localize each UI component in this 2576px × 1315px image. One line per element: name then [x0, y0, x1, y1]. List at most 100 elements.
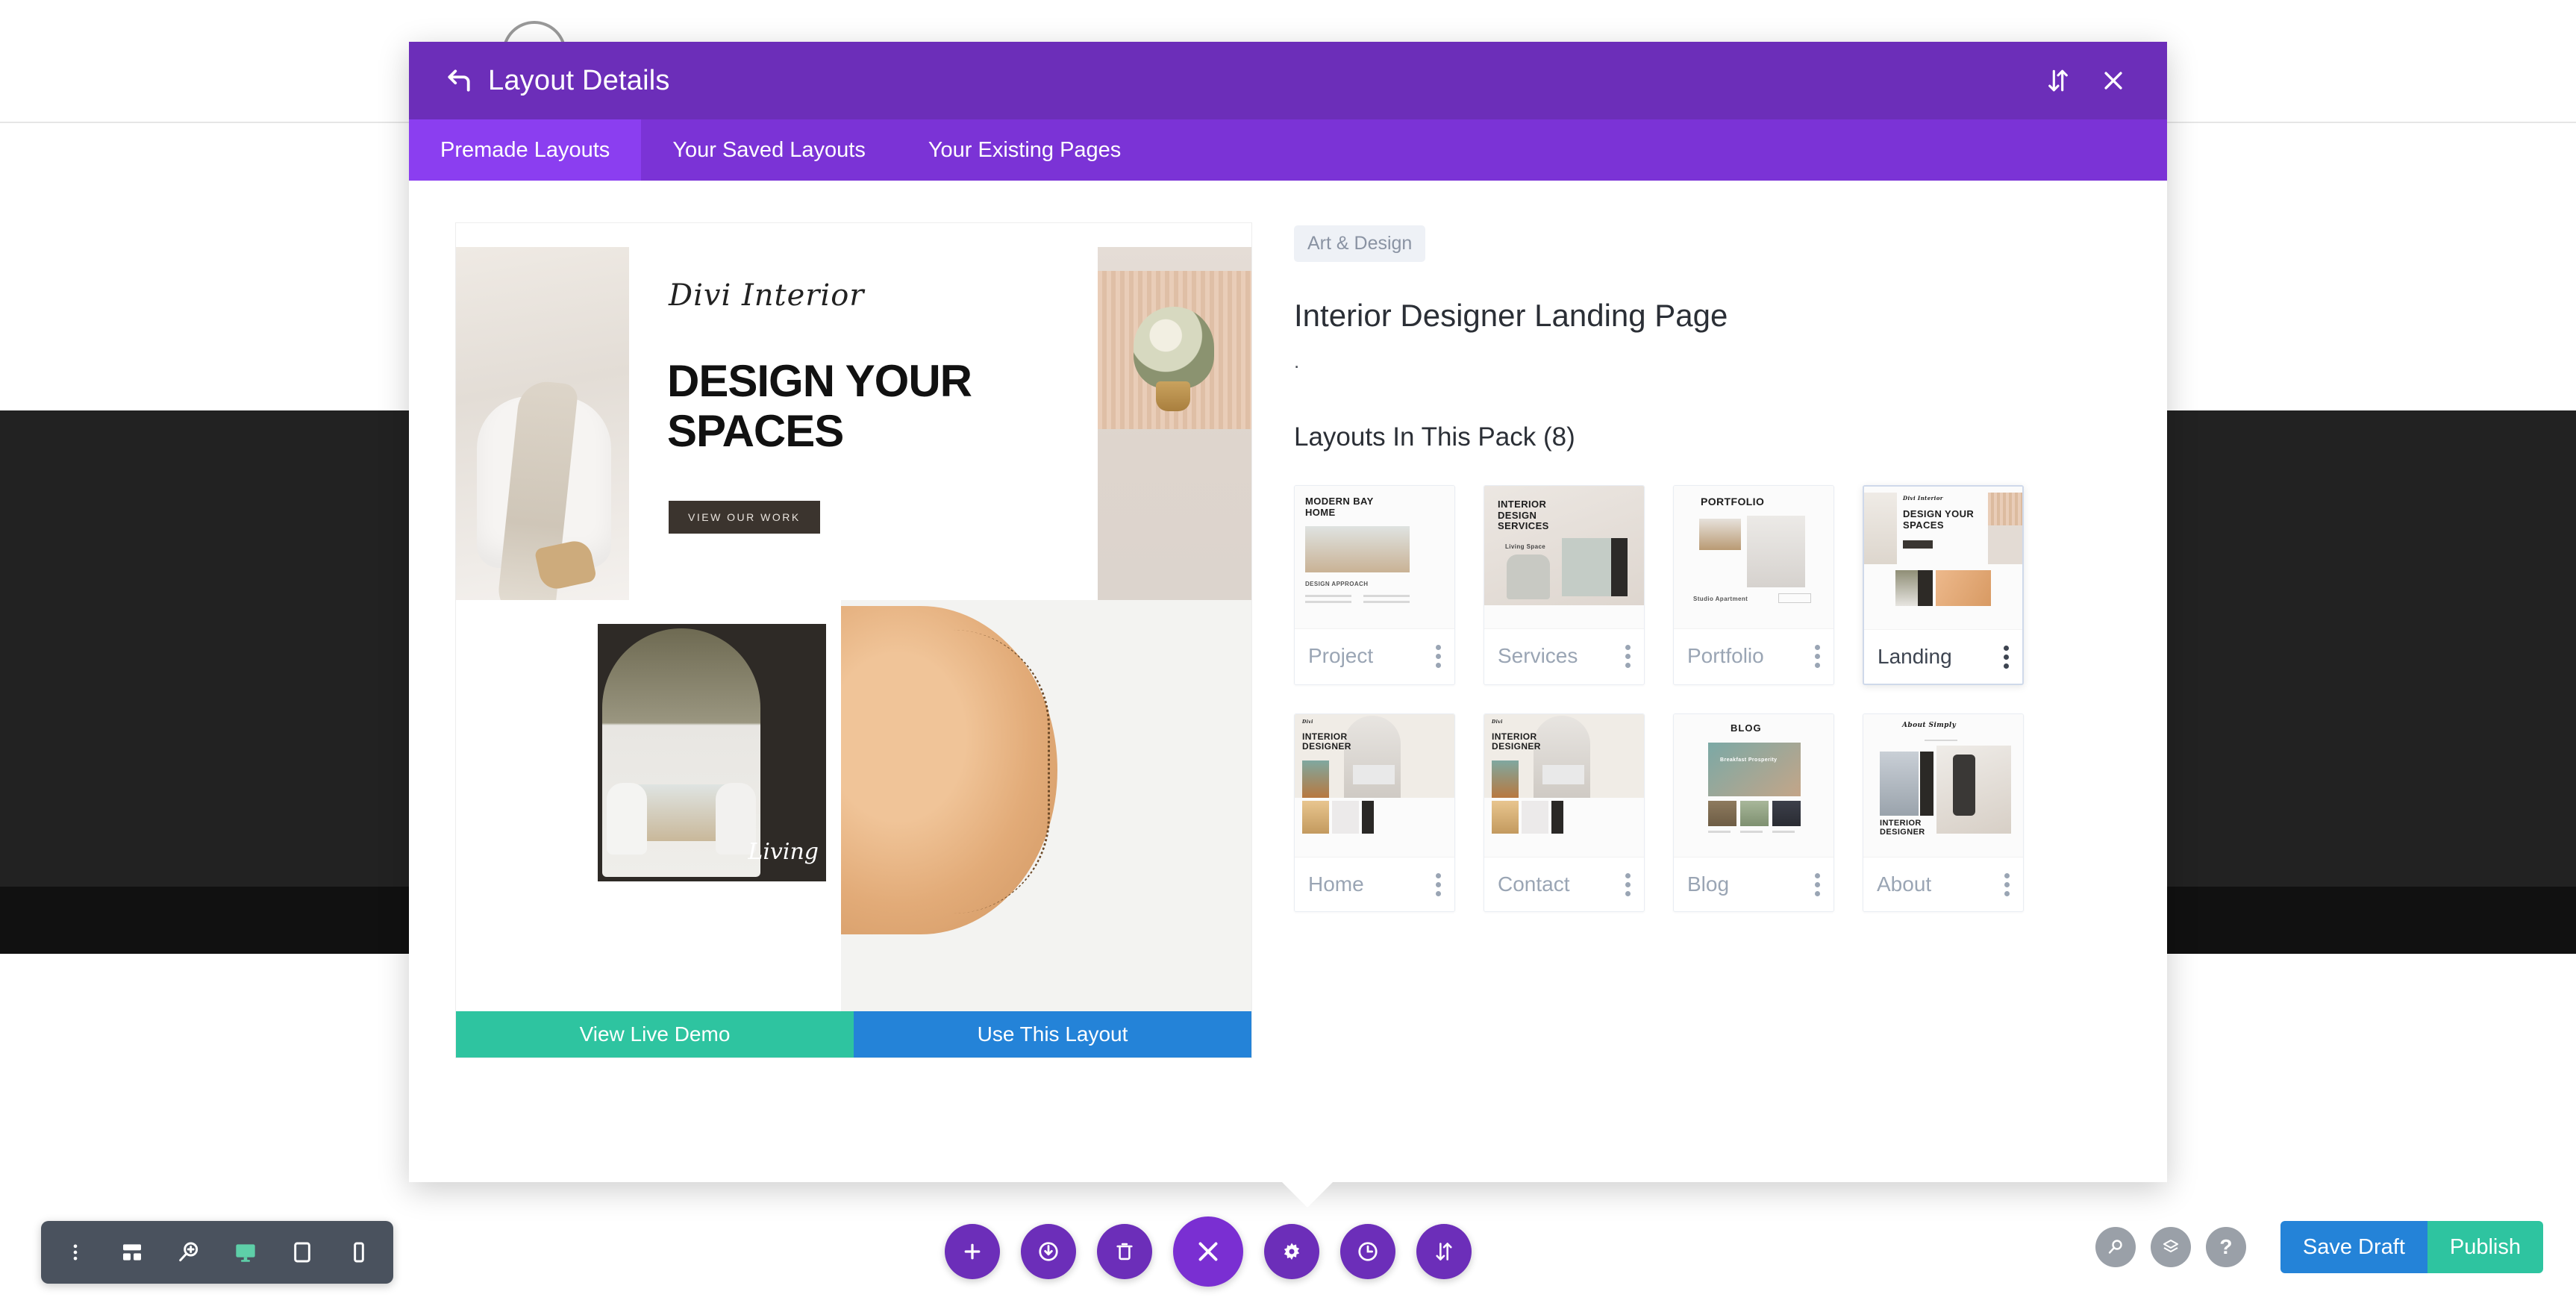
preview-vase-shape — [1156, 381, 1190, 411]
layout-card-landing[interactable]: Divi Interior DESIGN YOUR SPACES Landing — [1863, 485, 2024, 685]
preview-cta-button: VIEW OUR WORK — [669, 501, 820, 534]
tab-your-saved-layouts[interactable]: Your Saved Layouts — [641, 119, 897, 181]
card-more-options-icon[interactable] — [1436, 872, 1441, 896]
desktop-view-icon[interactable] — [226, 1233, 265, 1272]
thumbnail-text-line — [1305, 595, 1351, 597]
layout-card-about[interactable]: About Simply INTERIOR DESIGNER About — [1863, 713, 2024, 912]
layers-icon[interactable] — [2150, 1227, 2191, 1267]
thumbnail-subtitle: DESIGN APPROACH — [1305, 581, 1369, 587]
preview-logo: Divi Interior — [669, 278, 865, 313]
history-clock-icon[interactable] — [1340, 1224, 1395, 1279]
thumbnail-arch-shape — [1534, 716, 1590, 798]
layout-card-blog[interactable]: BLOG Breakfast Prosperity Blog — [1673, 713, 1834, 912]
thumbnail-image — [1864, 493, 1897, 564]
more-options-icon[interactable] — [56, 1233, 95, 1272]
tab-your-existing-pages[interactable]: Your Existing Pages — [897, 119, 1152, 181]
card-more-options-icon[interactable] — [1815, 872, 1820, 896]
pack-description: . — [1294, 350, 1300, 372]
thumbnail-button-shape — [1778, 593, 1811, 603]
sort-arrows-icon[interactable] — [2037, 60, 2079, 101]
thumbnail-image — [1708, 801, 1736, 826]
thumbnail-image — [1492, 801, 1519, 834]
page-title: Layout Details — [488, 64, 670, 96]
close-icon[interactable] — [2092, 60, 2134, 101]
trash-icon[interactable] — [1097, 1224, 1152, 1279]
help-icon[interactable]: ? — [2205, 1227, 2246, 1267]
save-draft-button[interactable]: Save Draft — [2280, 1221, 2427, 1273]
zoom-search-icon[interactable] — [169, 1233, 208, 1272]
card-more-options-icon[interactable] — [1436, 644, 1441, 668]
layout-thumbnail: MODERN BAY HOME DESIGN APPROACH — [1295, 486, 1454, 629]
modal-body: Divi Interior DESIGN YOUR SPACES VIEW OU… — [409, 181, 2167, 1182]
thumbnail-subtitle: Breakfast Prosperity — [1720, 758, 1778, 763]
thumbnail-panel-shape — [1988, 525, 2022, 564]
phone-view-icon[interactable] — [340, 1233, 378, 1272]
thumbnail-image — [1302, 760, 1329, 798]
settings-gear-icon[interactable] — [1264, 1224, 1319, 1279]
layout-card-footer: Landing — [1864, 630, 2022, 684]
thumbnail-image — [1895, 570, 1918, 606]
publish-button[interactable]: Publish — [2427, 1221, 2543, 1273]
thumbnail-title: BLOG — [1731, 722, 1762, 734]
thumbnail-arch-shape — [1344, 716, 1401, 798]
layout-card-services[interactable]: INTERIOR DESIGN SERVICES Living Space Se… — [1484, 485, 1645, 685]
layout-thumbnail: Divi Interior DESIGN YOUR SPACES — [1864, 487, 2022, 630]
layout-card-label: About — [1877, 872, 1932, 896]
thumbnail-title: INTERIOR DESIGN SERVICES — [1498, 499, 1549, 532]
tab-label: Your Saved Layouts — [672, 137, 866, 162]
preview-hero-section: Divi Interior DESIGN YOUR SPACES VIEW OU… — [456, 223, 1251, 623]
search-icon[interactable] — [2095, 1227, 2136, 1267]
thumbnail-image — [1740, 801, 1769, 826]
thumbnail-subtitle: Living Space — [1505, 543, 1546, 550]
close-builder-icon[interactable] — [1173, 1216, 1243, 1287]
layout-card-footer: Blog — [1674, 858, 1833, 911]
layout-cards-grid: MODERN BAY HOME DESIGN APPROACH Project — [1294, 485, 2121, 912]
layout-thumbnail: PORTFOLIO Studio Apartment — [1674, 486, 1833, 629]
layout-card-footer: Portfolio — [1674, 629, 1833, 683]
thumbnail-text-line — [1708, 831, 1731, 833]
layout-card-contact[interactable]: Divi INTERIOR DESIGNER Contact — [1484, 713, 1645, 912]
layout-card-label: Home — [1308, 872, 1364, 896]
card-more-options-icon[interactable] — [1625, 872, 1631, 896]
layout-card-footer: Contact — [1484, 858, 1644, 911]
layout-card-footer: Services — [1484, 629, 1644, 683]
layout-info-column: Art & Design Interior Designer Landing P… — [1294, 222, 2121, 1182]
thumbnail-image — [1492, 760, 1519, 798]
tablet-view-icon[interactable] — [283, 1233, 322, 1272]
card-more-options-icon[interactable] — [2004, 645, 2009, 669]
tab-label: Your Existing Pages — [928, 137, 1122, 162]
load-layout-icon[interactable] — [1021, 1224, 1076, 1279]
preview-stitching-detail — [953, 630, 1050, 913]
wireframe-icon[interactable] — [113, 1233, 151, 1272]
layout-thumbnail: BLOG Breakfast Prosperity — [1674, 714, 1833, 858]
layout-card-portfolio[interactable]: PORTFOLIO Studio Apartment Portfolio — [1673, 485, 1834, 685]
thumbnail-text-line — [1363, 601, 1410, 603]
layout-card-footer: Home — [1295, 858, 1454, 911]
layout-card-project[interactable]: MODERN BAY HOME DESIGN APPROACH Project — [1294, 485, 1455, 685]
use-this-layout-button[interactable]: Use This Layout — [854, 1011, 1251, 1058]
sort-arrows-icon[interactable] — [1416, 1224, 1472, 1279]
card-more-options-icon[interactable] — [2004, 872, 2010, 896]
view-mode-toolbar — [41, 1221, 393, 1284]
card-more-options-icon[interactable] — [1815, 644, 1820, 668]
pack-title: Interior Designer Landing Page — [1294, 298, 1728, 333]
layout-card-label: Services — [1498, 644, 1578, 667]
thumbnail-image — [1332, 801, 1359, 834]
back-arrow-icon[interactable] — [442, 63, 476, 98]
layout-card-footer: Project — [1295, 629, 1454, 683]
tab-premade-layouts[interactable]: Premade Layouts — [409, 119, 642, 181]
layout-card-home[interactable]: Divi INTERIOR DESIGNER Home — [1294, 713, 1455, 912]
tab-label: Premade Layouts — [440, 137, 610, 162]
add-icon[interactable] — [945, 1224, 1000, 1279]
layout-card-footer: About — [1863, 858, 2023, 911]
preview-arch-card: Living — [598, 624, 826, 881]
thumbnail-dark-panel — [1362, 801, 1374, 834]
view-live-demo-button[interactable]: View Live Demo — [456, 1011, 854, 1058]
thumbnail-text-line — [1925, 740, 1957, 741]
preview-action-bar: View Live Demo Use This Layout — [456, 1011, 1251, 1058]
layout-card-label: Blog — [1687, 872, 1730, 896]
thumbnail-image — [1708, 743, 1801, 796]
modal-pointer-arrow — [1282, 1182, 1333, 1208]
thumbnail-image — [1522, 801, 1548, 834]
card-more-options-icon[interactable] — [1625, 644, 1631, 668]
